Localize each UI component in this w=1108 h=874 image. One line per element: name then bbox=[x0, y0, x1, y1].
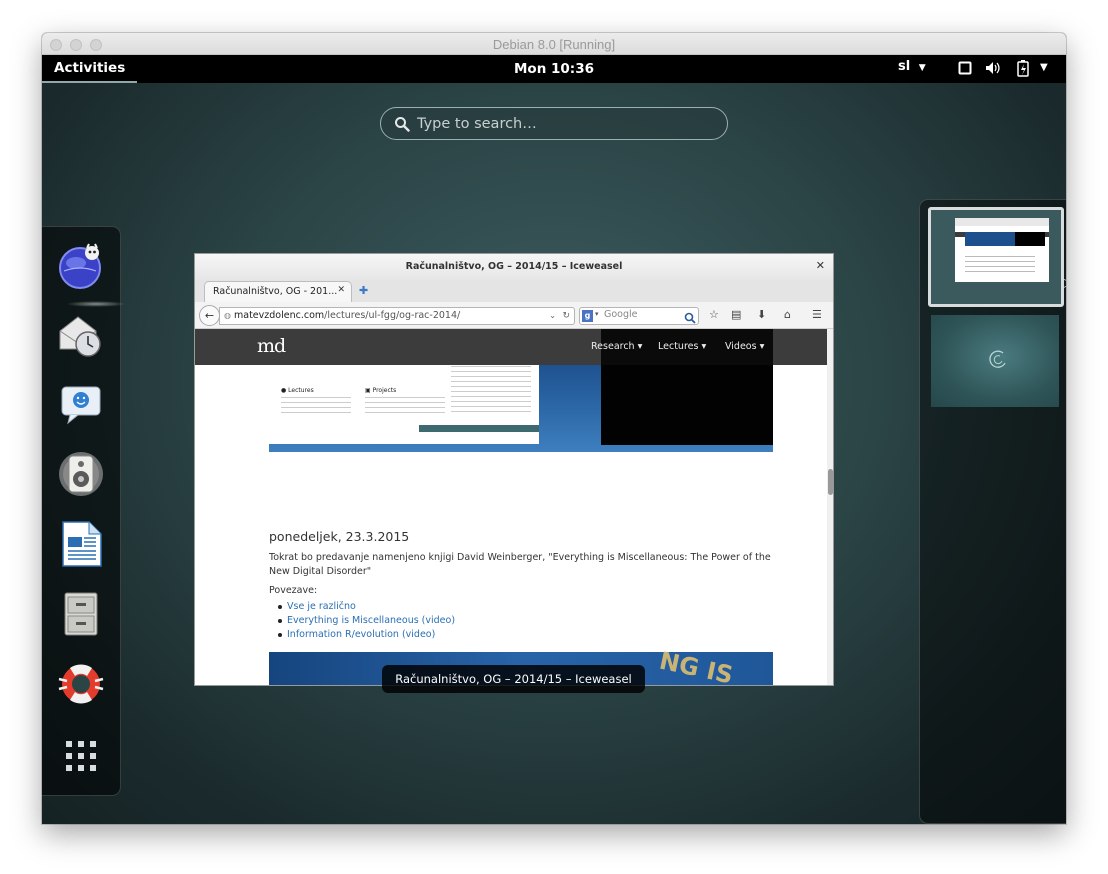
menu-lectures[interactable]: Lectures ▾ bbox=[658, 341, 706, 352]
volume-icon[interactable] bbox=[985, 61, 1001, 79]
scrollbar-thumb[interactable] bbox=[828, 469, 833, 495]
url-path: /lectures/ul-fgg/og-rac-2014/ bbox=[324, 310, 461, 321]
host-titlebar: Debian 8.0 [Running] bbox=[42, 33, 1066, 55]
window-caption-tooltip: Računalništvo, OG – 2014/15 – Iceweasel bbox=[382, 665, 645, 693]
debian-swirl-icon bbox=[989, 350, 1006, 368]
preview-text-lines-2 bbox=[365, 395, 445, 413]
url-host: matevzdolenc.com bbox=[234, 310, 325, 321]
tab-close-icon[interactable]: ✕ bbox=[337, 285, 345, 295]
post-link[interactable]: Information R/evolution (video) bbox=[277, 628, 455, 642]
iceweasel-window-preview[interactable]: Računalništvo, OG – 2014/15 – Iceweasel … bbox=[194, 253, 834, 686]
lectures-heading-label: Lectures bbox=[288, 387, 314, 394]
mini-text bbox=[965, 254, 1035, 274]
magnifier-icon[interactable] bbox=[684, 309, 696, 328]
google-logo-icon: g bbox=[582, 310, 593, 322]
dash bbox=[42, 226, 126, 796]
search-input[interactable] bbox=[417, 114, 707, 134]
workspace-1-window-miniature bbox=[955, 218, 1049, 282]
menu-videos[interactable]: Videos ▾ bbox=[725, 341, 764, 352]
system-menu-chevron-icon[interactable]: ▼ bbox=[1040, 62, 1048, 73]
globe-icon: ◍ bbox=[224, 311, 231, 320]
empathy-chat-icon[interactable] bbox=[56, 377, 106, 427]
iceweasel-browser-icon[interactable] bbox=[56, 241, 126, 307]
post-date: ponedeljek, 23.3.2015 bbox=[269, 529, 410, 544]
workspace-2-thumbnail[interactable] bbox=[931, 315, 1059, 407]
preview-text-lines-1 bbox=[281, 395, 351, 417]
search-box[interactable] bbox=[380, 107, 728, 140]
virtualbox-window: Debian 8.0 [Running] Activities Mon 10:3… bbox=[42, 33, 1066, 824]
chevron-down-icon: ▼ bbox=[918, 63, 926, 73]
post-links-label: Povezave: bbox=[269, 585, 318, 596]
menu-research[interactable]: Research ▾ bbox=[591, 341, 642, 352]
browser-titlebar: Računalništvo, OG – 2014/15 – Iceweasel … bbox=[195, 254, 833, 280]
evolution-mail-icon[interactable] bbox=[56, 311, 106, 361]
back-arrow-icon[interactable]: ← bbox=[199, 305, 220, 326]
files-cabinet-icon[interactable] bbox=[56, 589, 106, 639]
mini-titlebar bbox=[955, 218, 1049, 226]
rhythmbox-music-icon[interactable] bbox=[56, 449, 106, 499]
url-dropdown-chevron-icon[interactable]: ⌄ bbox=[549, 308, 556, 324]
site-navbar: md Research ▾ Lectures ▾ Videos ▾ bbox=[195, 329, 827, 365]
site-preview-card: ● Lectures ▣ Projects bbox=[269, 359, 539, 444]
post-link[interactable]: Vse je različno bbox=[277, 600, 455, 614]
projects-heading-label: Projects bbox=[372, 387, 397, 394]
running-indicator bbox=[66, 301, 126, 307]
bookmark-star-icon[interactable]: ☆ bbox=[709, 308, 719, 321]
new-tab-plus-icon[interactable]: ✚ bbox=[359, 284, 368, 297]
search-engine-box[interactable]: g ▾ bbox=[579, 307, 699, 325]
home-icon[interactable]: ⌂ bbox=[784, 308, 791, 321]
mini-black-box bbox=[1015, 232, 1045, 246]
keyboard-layout-indicator[interactable]: sl ▼ bbox=[898, 59, 926, 74]
screen-icon[interactable] bbox=[958, 61, 972, 79]
search-icon bbox=[394, 116, 410, 136]
site-hero-image: ● Lectures ▣ Projects bbox=[269, 359, 773, 452]
menu-lectures-label: Lectures bbox=[658, 341, 699, 352]
browser-window-title: Računalništvo, OG – 2014/15 – Iceweasel bbox=[405, 261, 623, 272]
post-body: Tokrat bo predavanje namenjeno knjigi Da… bbox=[269, 552, 771, 577]
hamburger-menu-icon[interactable]: ☰ bbox=[812, 308, 822, 321]
menu-videos-label: Videos bbox=[725, 341, 757, 352]
preview-taskbar bbox=[419, 425, 539, 432]
tab-label: Računalništvo, OG - 201... bbox=[213, 286, 338, 297]
keyboard-layout-label: sl bbox=[898, 59, 911, 74]
bookmarks-list-icon[interactable]: ▤ bbox=[731, 308, 741, 321]
workspace-1-thumbnail[interactable] bbox=[928, 207, 1064, 307]
lectures-heading: ● Lectures bbox=[281, 387, 314, 394]
workspace-switcher bbox=[919, 199, 1066, 824]
page-scrollbar[interactable] bbox=[827, 329, 833, 685]
mouse-pointer-icon: ▷ bbox=[1062, 275, 1066, 291]
show-applications-grid-icon[interactable] bbox=[56, 731, 106, 781]
engine-chevron-icon[interactable]: ▾ bbox=[595, 310, 599, 318]
host-window-title: Debian 8.0 [Running] bbox=[492, 37, 616, 52]
tab-bar: Računalništvo, OG - 201... ✕ ✚ bbox=[195, 280, 833, 302]
site-logo[interactable]: md bbox=[257, 335, 286, 357]
url-bar[interactable]: ◍ matevzdolenc.com/lectures/ul-fgg/og-ra… bbox=[219, 307, 575, 325]
download-arrow-icon[interactable]: ⬇ bbox=[757, 308, 766, 321]
preview-text-lines-3 bbox=[451, 359, 531, 414]
menu-research-label: Research bbox=[591, 341, 635, 352]
close-icon[interactable]: ✕ bbox=[816, 259, 825, 272]
page-content: ● Lectures ▣ Projects md Research ▾ Lect… bbox=[195, 329, 827, 686]
projects-heading: ▣ Projects bbox=[365, 387, 397, 394]
gnome-top-bar: Activities Mon 10:36 sl ▼ ▼ bbox=[42, 55, 1066, 83]
browser-tab[interactable]: Računalništvo, OG - 201... ✕ bbox=[204, 281, 352, 302]
navigation-toolbar: ◍ matevzdolenc.com/lectures/ul-fgg/og-ra… bbox=[195, 302, 833, 329]
help-lifebuoy-icon[interactable] bbox=[56, 659, 106, 709]
libreoffice-writer-icon[interactable] bbox=[56, 519, 106, 569]
banner-lettering: NG IS bbox=[656, 646, 736, 686]
post-links-list: Vse je različno Everything is Miscellane… bbox=[277, 600, 455, 642]
web-search-input[interactable] bbox=[604, 309, 684, 320]
battery-charging-icon[interactable] bbox=[1017, 60, 1029, 81]
overview-desktop: Računalništvo, OG – 2014/15 – Iceweasel … bbox=[42, 83, 1066, 824]
reload-icon[interactable]: ↻ bbox=[562, 308, 570, 324]
post-link[interactable]: Everything is Miscellaneous (video) bbox=[277, 614, 455, 628]
dark-overlay-panel bbox=[601, 359, 773, 445]
